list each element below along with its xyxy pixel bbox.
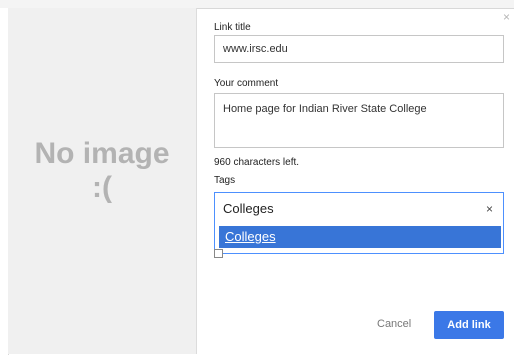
image-preview-panel: No image :( <box>8 8 197 354</box>
link-title-input[interactable]: www.irsc.edu <box>214 35 504 63</box>
characters-left-text: 960 characters left. <box>214 157 300 168</box>
clear-tags-icon[interactable]: × <box>486 202 493 216</box>
tag-suggestion-item[interactable]: Colleges <box>219 226 501 248</box>
comment-textarea[interactable]: Home page for Indian River State College <box>214 93 504 148</box>
close-icon[interactable]: × <box>503 10 510 24</box>
no-image-line2: :( <box>92 171 112 204</box>
private-checkbox[interactable] <box>214 249 223 258</box>
tags-input-value: Colleges <box>223 201 274 216</box>
obscured-options-row <box>214 249 504 259</box>
cancel-button[interactable]: Cancel <box>377 318 411 330</box>
background-strip <box>0 0 514 8</box>
tags-label: Tags <box>214 175 236 186</box>
no-image-placeholder: No image :( <box>34 137 169 205</box>
comment-label: Your comment <box>214 78 279 89</box>
add-link-button[interactable]: Add link <box>434 311 504 339</box>
link-title-label: Link title <box>214 22 251 33</box>
no-image-line1: No image <box>34 137 170 170</box>
